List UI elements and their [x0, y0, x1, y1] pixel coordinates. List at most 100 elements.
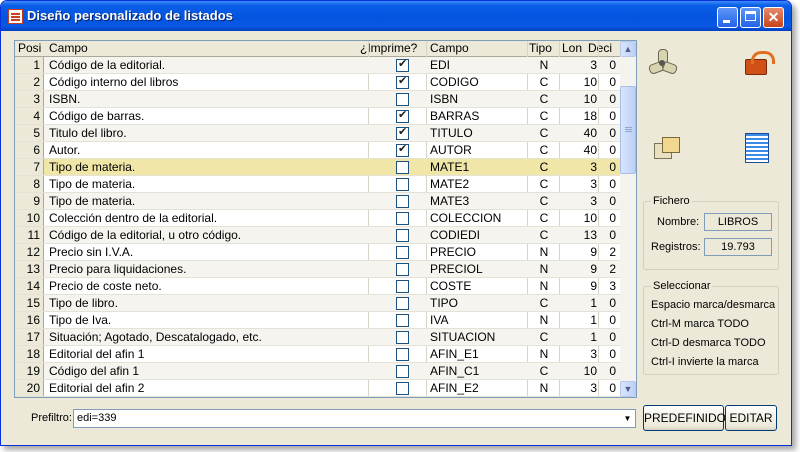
table-row[interactable]: 7 Tipo de materia. MATE1 C 3 0 [15, 159, 620, 176]
row-description: Titulo del libro. [49, 126, 127, 140]
close-button[interactable] [763, 7, 784, 28]
imprime-checkbox[interactable] [396, 297, 409, 310]
table-row[interactable]: 6 Autor. AUTOR C 40 0 [15, 142, 620, 159]
row-deci: 0 [609, 58, 616, 72]
table-row[interactable]: 20 Editorial del afin 2 AFIN_E2 N 3 0 [15, 380, 620, 397]
table-row[interactable]: 2 Código interno del libros CODIGO C 10 0 [15, 74, 620, 91]
row-imprime [369, 312, 439, 328]
table-row[interactable]: 13 Precio para liquidaciones. PRECIOL N 9 2 [15, 261, 620, 278]
row-tipo: C [539, 126, 549, 140]
window-title: Diseño personalizado de listados [27, 8, 233, 23]
row-posi: 6 [15, 142, 44, 158]
table-row[interactable]: 12 Precio sin I.V.A. PRECIO N 9 2 [15, 244, 620, 261]
row-posi: 12 [15, 244, 44, 260]
table-row[interactable]: 17 Situación; Agotado, Descatalogado, etc… [15, 329, 620, 346]
imprime-checkbox[interactable] [396, 195, 409, 208]
scroll-thumb[interactable] [620, 86, 636, 174]
table-row[interactable]: 21 Código del afin 2 AFIN_C2C100 [15, 397, 620, 398]
table-row[interactable]: 16 Tipo de Iva. IVA N 1 0 [15, 312, 620, 329]
table-row[interactable]: 19 Código del afin 1 AFIN_C1 C 10 0 [15, 363, 620, 380]
maximize-button[interactable] [740, 7, 761, 28]
table-row[interactable]: 8 Tipo de materia. MATE2 C 3 0 [15, 176, 620, 193]
row-campo: AFIN_E1 [430, 347, 479, 361]
imprime-checkbox[interactable] [396, 93, 409, 106]
editar-button[interactable]: EDITAR [725, 405, 777, 431]
row-campo: AFIN_C2 [430, 397, 528, 398]
table-row[interactable]: 18 Editorial del afin 1 AFIN_E1 N 3 0 [15, 346, 620, 363]
imprime-checkbox[interactable] [396, 365, 409, 378]
table-row[interactable]: 15 Tipo de libro. TIPO C 1 0 [15, 295, 620, 312]
imprime-checkbox[interactable] [396, 57, 409, 72]
table-row[interactable]: 14 Precio de coste neto. COSTE N 9 3 [15, 278, 620, 295]
row-description: Autor. [49, 143, 81, 157]
imprime-checkbox[interactable] [396, 280, 409, 293]
help-line-4: Ctrl-I invierte la marca [651, 356, 759, 368]
header-deci[interactable]: Deci [588, 41, 612, 56]
row-deci: 0 [609, 313, 616, 327]
imprime-checkbox[interactable] [396, 161, 409, 174]
list-icon [745, 133, 769, 163]
imprime-checkbox[interactable] [396, 212, 409, 225]
scroll-up-icon[interactable]: ▲ [620, 41, 636, 57]
copy-button[interactable] [646, 127, 686, 167]
imprime-checkbox[interactable] [396, 178, 409, 191]
row-imprime [369, 363, 439, 379]
predefinido-button[interactable]: PREDEFINIDO [643, 405, 726, 431]
imprime-checkbox[interactable] [396, 108, 409, 123]
title-bar[interactable]: Diseño personalizado de listados [1, 1, 791, 31]
imprime-checkbox[interactable] [396, 314, 409, 327]
registros-label: Registros: [651, 241, 701, 253]
row-campo: CODIEDI [430, 228, 481, 242]
row-imprime [369, 346, 439, 362]
list-button[interactable] [735, 127, 775, 167]
imprime-checkbox[interactable] [396, 246, 409, 259]
imprime-checkbox[interactable] [396, 125, 409, 140]
minimize-button[interactable] [717, 7, 738, 28]
table-row[interactable]: 10 Colección dentro de la editorial. COLEC… [15, 210, 620, 227]
row-campo: PRECIOL [430, 262, 483, 276]
row-description: Tipo de materia. [49, 177, 136, 191]
row-posi: 11 [15, 227, 44, 243]
row-lon: 10 [583, 364, 597, 378]
fan-button[interactable] [641, 43, 681, 83]
imprime-checkbox[interactable] [396, 331, 409, 344]
header-lon[interactable]: Lon [562, 41, 582, 56]
header-tipo[interactable]: Tipo [529, 41, 552, 56]
row-imprime [369, 142, 439, 158]
imprime-checkbox[interactable] [396, 142, 409, 157]
header-campo-desc[interactable]: Campo [49, 41, 88, 56]
exit-button[interactable] [735, 43, 775, 83]
vertical-scrollbar[interactable]: ▲ ▼ [620, 41, 636, 397]
row-tipo: C [539, 364, 549, 378]
fields-grid[interactable]: Posi Campo ¿Imprime? Campo Tipo Lon Deci… [14, 40, 637, 398]
table-row[interactable]: 11 Código de la editorial, u otro código.… [15, 227, 620, 244]
table-row[interactable]: 9 Tipo de materia. MATE3 C 3 0 [15, 193, 620, 210]
row-lon: 1 [590, 296, 597, 310]
imprime-checkbox[interactable] [396, 348, 409, 361]
row-description: Editorial del afin 2 [49, 381, 145, 395]
imprime-checkbox[interactable] [396, 382, 409, 395]
row-campo: IVA [430, 313, 449, 327]
row-lon: 3 [590, 177, 597, 191]
imprime-checkbox[interactable] [396, 229, 409, 242]
row-lon: 9 [590, 279, 597, 293]
prefiltro-combo[interactable]: edi=339 ▼ [73, 409, 636, 428]
row-campo: PRECIO [430, 245, 477, 259]
table-row[interactable]: 1 Código de la editorial. EDI N 3 0 [15, 57, 620, 74]
imprime-checkbox[interactable] [396, 263, 409, 276]
header-campo[interactable]: Campo [430, 41, 469, 56]
row-description: Tipo de libro. [49, 296, 118, 310]
header-posi[interactable]: Posi [18, 41, 41, 56]
row-deci: 0 [609, 126, 616, 140]
fichero-title: Fichero [651, 194, 692, 208]
dropdown-arrow-icon[interactable]: ▼ [620, 410, 635, 427]
row-posi: 10 [15, 210, 44, 226]
imprime-checkbox[interactable] [396, 74, 409, 89]
row-lon: 3 [590, 381, 597, 395]
table-row[interactable]: 4 Código de barras. BARRAS C 18 0 [15, 108, 620, 125]
table-row[interactable]: 5 Titulo del libro. TITULO C 40 0 [15, 125, 620, 142]
table-row[interactable]: 3 ISBN. ISBN C 10 0 [15, 91, 620, 108]
row-tipo: N [539, 313, 549, 327]
exit-icon [741, 49, 775, 77]
scroll-down-icon[interactable]: ▼ [620, 381, 636, 397]
